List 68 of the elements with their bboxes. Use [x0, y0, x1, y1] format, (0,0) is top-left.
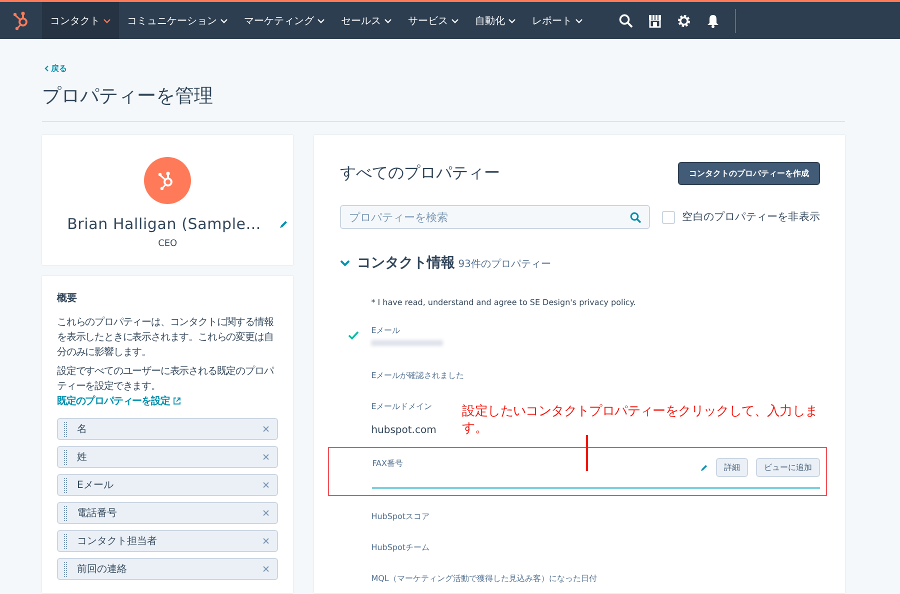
caret-icon [103, 18, 111, 24]
close-icon[interactable] [263, 538, 270, 544]
nav-menu-item[interactable]: コミュニケーション [119, 2, 236, 39]
close-icon[interactable] [263, 482, 270, 488]
section-title: すべてのプロパティー [340, 163, 500, 184]
caret-icon [317, 18, 325, 24]
secondary-button[interactable]: ビューに追加 [756, 458, 820, 477]
nav-menu-item[interactable]: セールス [333, 2, 400, 39]
close-icon[interactable] [263, 454, 270, 460]
caret-icon [575, 18, 583, 24]
property-value: hubspot.com [371, 425, 436, 436]
property-name: 前回の連絡 [77, 562, 128, 576]
property-chip[interactable]: Eメール [57, 474, 278, 496]
nav-menu-item[interactable]: サービス [400, 2, 467, 39]
close-icon[interactable] [263, 510, 270, 516]
group-title: コンタクト情報 [357, 254, 456, 272]
nav-menu-item[interactable]: コンタクト [42, 2, 119, 39]
caret-icon [451, 18, 459, 24]
search-field[interactable]: プロパティーを検索 [340, 205, 650, 229]
pencil-icon[interactable] [700, 464, 708, 472]
close-icon[interactable] [263, 426, 270, 432]
external-link-icon [172, 397, 181, 406]
settings-icon[interactable] [677, 14, 691, 28]
property-label: FAX番号 [372, 458, 404, 470]
property-chip[interactable]: 名 [57, 418, 278, 440]
property-name: 姓 [77, 451, 88, 464]
pencil-icon[interactable] [279, 220, 288, 228]
create-property-button[interactable]: コンタクトのプロパティーを作成 [678, 162, 820, 185]
property-chip[interactable]: 姓 [57, 446, 278, 468]
property-chip[interactable]: コンタクト担当者 [57, 530, 278, 552]
storefront-icon[interactable] [648, 14, 662, 28]
property-chip[interactable]: 前回の連絡 [57, 558, 278, 580]
search-icon[interactable] [619, 14, 633, 28]
secondary-button[interactable]: 詳細 [716, 458, 748, 477]
annotation-line [586, 435, 588, 471]
search-icon [630, 212, 642, 223]
caret-icon [384, 18, 392, 24]
property-label: MQL（マーケティング活動で獲得した見込み客）になった日付 [371, 573, 597, 584]
checkbox-label: 空白のプロパティーを非表示 [682, 210, 820, 224]
property-name: コンタクト担当者 [77, 534, 158, 548]
chevron-left-icon [44, 65, 49, 72]
nav-menu-item[interactable]: レポート [524, 2, 591, 39]
close-icon[interactable] [263, 566, 270, 572]
checkbox[interactable] [662, 210, 676, 224]
settings-text: 設定ですべてのユーザーに表示される既定のプロパティーを設定できます。 [57, 366, 274, 392]
description-text: これらのプロパティーは、コンタクトに関する情報を表示したときに表示されます。これらの変更は自分のみに影響します。 [57, 316, 274, 360]
consent-text: * I have read, understand and agree to SE Design's privacy policy. [371, 298, 637, 307]
property-name: Eメール [77, 479, 114, 492]
page-title: プロパティーを管理 [42, 84, 214, 109]
section-heading: 概要 [57, 292, 78, 305]
nav-menu-item[interactable]: 自動化 [467, 2, 524, 39]
property-label: HubSpotチーム [371, 542, 430, 553]
property-label: Eメールが確認されました [371, 370, 464, 381]
job-title: CEO [158, 239, 178, 249]
property-label: HubSpotスコア [371, 511, 430, 522]
chevron-icon[interactable] [340, 260, 350, 267]
caret-icon [508, 18, 516, 24]
property-chip[interactable]: 電話番号 [57, 502, 278, 524]
property-count: 93件のプロパティー [458, 258, 551, 271]
property-name: 電話番号 [77, 506, 118, 520]
caret-icon [220, 18, 228, 24]
property-name: 名 [77, 423, 88, 436]
default-properties-link[interactable]: 既定のプロパティーを設定 [57, 396, 181, 407]
notification-bell-icon[interactable] [706, 14, 720, 28]
property-label: Eメールドメイン [371, 401, 432, 412]
contact-name: Brian Halligan (Sample… [67, 215, 262, 233]
nav-menu-item[interactable]: マーケティング [236, 2, 333, 39]
property-label: Eメール [371, 325, 402, 336]
